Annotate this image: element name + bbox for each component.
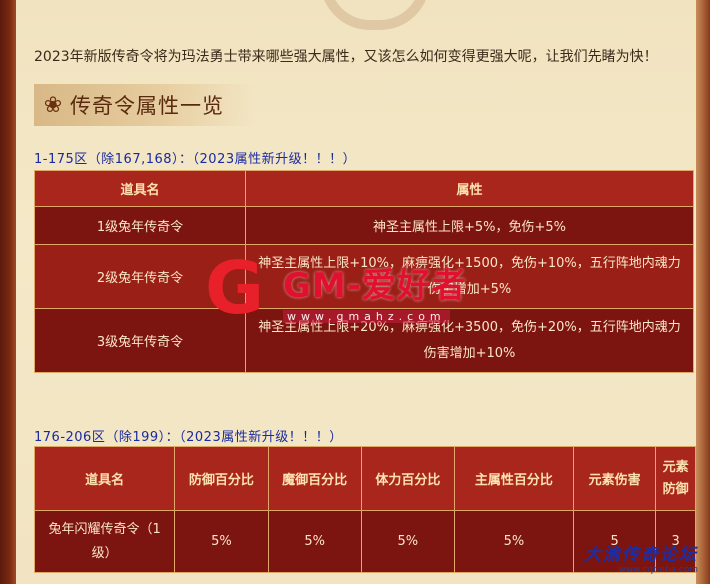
table2-header-elem-def: 元素防御: [655, 446, 696, 511]
table1-header-name: 道具名: [34, 170, 246, 207]
section-title: 传奇令属性一览: [70, 94, 224, 118]
corner-logo-url: www.cqtieba.com: [618, 565, 698, 575]
cell-main: 5%: [453, 510, 574, 573]
table2-header-def: 防御百分比: [174, 446, 269, 511]
intro-paragraph: 2023年新版传奇令将为玛法勇士带来哪些强大属性，又该怎么如何变得更强大呢，让我…: [34, 49, 658, 65]
table2-header-elem-dmg: 元素伤害: [572, 446, 657, 511]
table2-heading: 176-206区（除199）：（2023属性新升级！！！）: [34, 430, 343, 445]
cell-hp: 5%: [360, 510, 455, 573]
cell-mdef: 5%: [267, 510, 362, 573]
table2-header-mdef: 魔御百分比: [267, 446, 362, 511]
right-border-decoration: [696, 0, 710, 584]
swirl-icon: ❀: [43, 92, 63, 118]
item-name: 3级兔年传奇令: [34, 308, 246, 373]
cell-def: 5%: [174, 510, 269, 573]
corner-logo: 大渝传奇论坛 www.cqtieba.com: [580, 540, 698, 580]
top-ornament: [320, 0, 430, 30]
table1-header-row: 道具名 属性: [34, 170, 694, 207]
item-name: 1级兔年传奇令: [34, 206, 246, 245]
table2-header-hp: 体力百分比: [360, 446, 455, 511]
table2-header-row: 道具名 防御百分比 魔御百分比 体力百分比 主属性百分比 元素伤害 元素防御: [33, 446, 696, 511]
table1: 道具名 属性 1级兔年传奇令 神圣主属性上限+5%，免伤+5% 2级兔年传奇令 …: [34, 170, 694, 373]
item-attr: 神圣主属性上限+5%，免伤+5%: [245, 206, 694, 245]
table1-header-attr: 属性: [245, 170, 694, 207]
table-row: 3级兔年传奇令 神圣主属性上限+20%，麻痹强化+3500，免伤+20%，五行阵…: [34, 308, 694, 373]
table2-header-name: 道具名: [33, 446, 176, 511]
item-attr: 神圣主属性上限+10%，麻痹强化+1500，免伤+10%，五行阵地内魂力伤害增加…: [245, 244, 694, 309]
table2-header-main: 主属性百分比: [453, 446, 574, 511]
item-attr: 神圣主属性上限+20%，麻痹强化+3500，免伤+20%，五行阵地内魂力伤害增加…: [245, 308, 694, 373]
item-name: 2级兔年传奇令: [34, 244, 246, 309]
section-banner: ❀ 传奇令属性一览: [34, 84, 254, 126]
table-row: 2级兔年传奇令 神圣主属性上限+10%，麻痹强化+1500，免伤+10%，五行阵…: [34, 244, 694, 309]
item-name: 兔年闪耀传奇令（1级）: [33, 510, 176, 573]
table1-heading: 1-175区（除167,168）：（2023属性新升级！！！）: [34, 152, 357, 167]
corner-logo-name: 大渝传奇论坛: [584, 545, 698, 565]
left-border-decoration: [0, 0, 16, 584]
table-row: 1级兔年传奇令 神圣主属性上限+5%，免伤+5%: [34, 206, 694, 245]
